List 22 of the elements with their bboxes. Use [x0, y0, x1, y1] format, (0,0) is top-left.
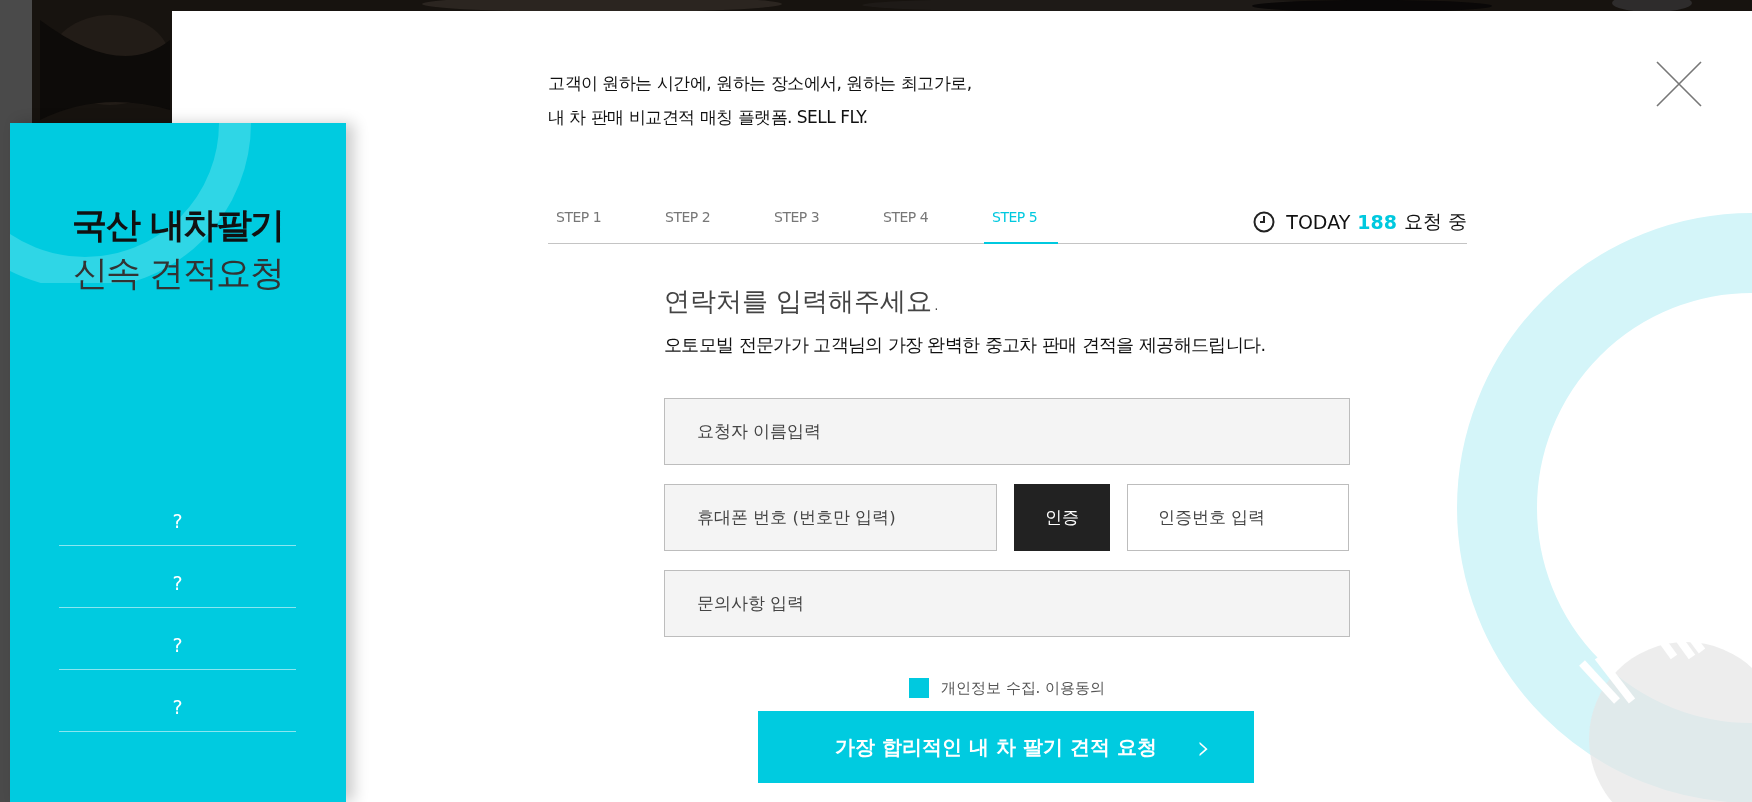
intro-text: 고객이 원하는 시간에, 원하는 장소에서, 원하는 최고가로, — [548, 72, 973, 95]
step-tab[interactable]: STEP 3 — [766, 203, 875, 244]
intro-text: 내 차 판매 비교견적 매칭 플랫폼. SELL FLY. — [548, 106, 869, 129]
step-tab[interactable]: STEP 1 — [548, 203, 657, 244]
verify-button[interactable]: 인증 — [1014, 484, 1110, 551]
step-tab[interactable]: STEP 4 — [875, 203, 984, 244]
step-tab[interactable]: STEP 5 — [984, 203, 1058, 244]
close-icon[interactable] — [1655, 60, 1703, 108]
inquiry-field[interactable]: 문의사항 입력 — [664, 570, 1350, 637]
consent-label: 개인정보 수집. 이용동의 — [940, 678, 1106, 698]
today-suffix: 요청 중 — [1403, 209, 1467, 234]
clock-icon — [1253, 211, 1276, 233]
today-label: TODAY — [1286, 211, 1351, 233]
form-heading: 연락처를 입력해주세요. — [664, 285, 942, 318]
form-subheading: 오토모빌 전문가가 고객님의 가장 완벽한 중고차 판매 견적을 제공해드립니다. — [664, 334, 1267, 357]
today-count: 188 — [1357, 211, 1397, 233]
code-field[interactable]: 인증번호 입력 — [1127, 484, 1349, 551]
submit-button[interactable]: 가장 합리적인 내 차 팔기 견적 요청 › — [758, 711, 1254, 783]
name-field[interactable]: 요청자 이름입력 — [664, 398, 1350, 465]
step-tab[interactable]: STEP 2 — [657, 203, 766, 244]
phone-field[interactable]: 휴대폰 번호 (번호만 입력) — [664, 484, 997, 551]
consent-checkbox[interactable] — [908, 678, 929, 698]
